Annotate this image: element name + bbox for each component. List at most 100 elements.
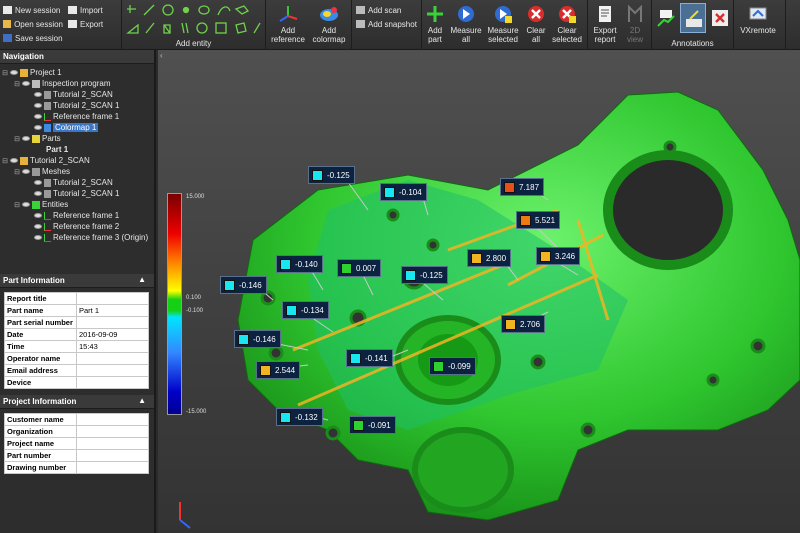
info-value[interactable]: [76, 461, 149, 474]
info-value[interactable]: [76, 376, 149, 389]
axes-icon: [44, 222, 51, 231]
eye-icon[interactable]: [22, 169, 30, 174]
tree-node-meshes[interactable]: ⊟ Meshes: [14, 166, 70, 177]
tree-label: Parts: [42, 134, 61, 143]
info-value[interactable]: [76, 352, 149, 365]
eye-icon[interactable]: [10, 158, 18, 163]
info-key: Email address: [4, 364, 77, 377]
measurement-annotation[interactable]: 2.800: [467, 249, 512, 267]
measurement-annotation[interactable]: -0.125: [401, 266, 448, 284]
tree-node-entity-ref2[interactable]: Reference frame 2: [34, 221, 119, 232]
measurement-annotation[interactable]: 2.544: [256, 361, 301, 379]
tree-label: Reference frame 3 (Origin): [53, 233, 149, 242]
info-value[interactable]: [76, 425, 149, 438]
eye-icon[interactable]: [34, 103, 42, 108]
eye-icon[interactable]: [22, 81, 30, 86]
measurement-annotation[interactable]: 5.521: [516, 211, 561, 229]
tree-node-inspection[interactable]: ⊟ Inspection program: [14, 78, 110, 89]
tree-node-mesh-scan1[interactable]: Tutorial 2_SCAN 1: [34, 188, 119, 199]
ribbon-toolbar: New session Open session Save session Im…: [0, 0, 800, 50]
color-scale-bar: [167, 193, 182, 415]
collapse-arrow-icon[interactable]: ▲: [138, 396, 146, 405]
deviation-swatch: [540, 250, 551, 262]
measurement-annotation[interactable]: -0.146: [220, 276, 267, 294]
tree-node-scan1[interactable]: Tutorial 2_SCAN 1: [34, 100, 119, 111]
axes-icon: [44, 233, 51, 242]
measurement-annotation[interactable]: -0.141: [346, 349, 393, 367]
eye-icon[interactable]: [22, 202, 30, 207]
info-value[interactable]: [76, 437, 149, 450]
mesh-icon: [44, 189, 51, 198]
collapse-icon: ⊟: [14, 168, 20, 176]
measurement-annotation[interactable]: -0.104: [380, 183, 427, 201]
part-info-panel: Report title Part name Part 1 Part serial n…: [0, 288, 154, 395]
info-row: Report title: [4, 292, 149, 305]
tree-node-scan[interactable]: Tutorial 2_SCAN: [34, 89, 113, 100]
info-value[interactable]: [76, 413, 149, 426]
deviation-value: -0.146: [253, 334, 276, 344]
info-row: Part number: [4, 449, 149, 462]
info-value[interactable]: [76, 292, 149, 305]
axis-triad: [179, 502, 191, 529]
entity-shapes-icon[interactable]: [126, 3, 266, 39]
measurement-annotation[interactable]: -0.140: [276, 255, 323, 273]
deviation-value: -0.125: [420, 270, 443, 280]
eye-icon[interactable]: [34, 125, 42, 130]
eye-icon[interactable]: [34, 213, 42, 218]
measurement-annotation[interactable]: 2.706: [501, 315, 546, 333]
measurement-annotation[interactable]: -0.125: [308, 166, 355, 184]
3d-viewport[interactable]: ‹ 15.000 0.100 -0.100 -15.000 -0.125 -0.…: [158, 50, 800, 533]
info-value[interactable]: [76, 364, 149, 377]
deviation-swatch: [504, 181, 515, 193]
measurement-annotation[interactable]: 7.187: [500, 178, 545, 196]
project-info-header: Project Information ▲: [0, 395, 154, 409]
deviation-swatch: [520, 214, 531, 226]
tree-node-colormap[interactable]: Colormap 1: [34, 122, 99, 133]
tree-node-entity-ref1[interactable]: Reference frame 1: [34, 210, 119, 221]
tree-node-entity-ref3[interactable]: Reference frame 3 (Origin): [34, 232, 148, 243]
deviation-value: -0.134: [301, 305, 324, 315]
eye-icon[interactable]: [34, 191, 42, 196]
eye-icon[interactable]: [34, 235, 42, 240]
eye-icon[interactable]: [34, 92, 42, 97]
eye-icon[interactable]: [22, 136, 30, 141]
measurement-annotation[interactable]: -0.146: [234, 330, 281, 348]
eye-icon[interactable]: [34, 224, 42, 229]
tree-node-entities[interactable]: ⊟ Entities: [14, 199, 68, 210]
deviation-swatch: [471, 252, 482, 264]
annotations-group: Annotations: [652, 0, 734, 50]
info-value[interactable]: [76, 316, 149, 329]
tree-node-mesh-scan[interactable]: Tutorial 2_SCAN: [34, 177, 113, 188]
info-value[interactable]: 15:43: [76, 340, 149, 353]
eye-icon[interactable]: [34, 114, 42, 119]
info-row: Part name Part 1: [4, 304, 149, 317]
scale-lower-tol-label: -0.100: [186, 308, 204, 314]
tree-node-tutorial[interactable]: ⊟ Tutorial 2_SCAN: [2, 155, 90, 166]
collapse-icon: ⊟: [14, 201, 20, 209]
collapse-arrow-icon[interactable]: ▲: [138, 275, 146, 284]
annotation-icon[interactable]: [656, 8, 676, 28]
deviation-value: 2.544: [275, 365, 296, 375]
deviation-value: -0.125: [327, 170, 350, 180]
tree-node-ref1[interactable]: Reference frame 1: [34, 111, 119, 122]
tree-node-parts[interactable]: ⊟ Parts: [14, 133, 61, 144]
tree-node-part1[interactable]: Part 1: [46, 144, 68, 155]
measurement-annotation[interactable]: -0.132: [276, 408, 323, 426]
tree-node-project[interactable]: ⊟ Project 1: [2, 67, 62, 78]
info-value[interactable]: 2016-09-09: [76, 328, 149, 341]
info-value[interactable]: [76, 449, 149, 462]
annotation-active-button[interactable]: [680, 3, 706, 33]
eye-icon[interactable]: [10, 70, 18, 75]
measurement-annotation[interactable]: -0.099: [429, 357, 476, 375]
info-key: Part number: [4, 449, 77, 462]
info-row: Drawing number: [4, 461, 149, 474]
annotation-clear-icon[interactable]: [710, 8, 730, 28]
measurement-annotation[interactable]: -0.091: [349, 416, 396, 434]
navigation-header: Navigation: [0, 50, 154, 64]
measurement-annotation[interactable]: -0.134: [282, 301, 329, 319]
measurement-annotation[interactable]: 3.246: [536, 247, 581, 265]
eye-icon[interactable]: [34, 180, 42, 185]
deviation-value: 7.187: [519, 182, 540, 192]
measurement-annotation[interactable]: 0.007: [337, 259, 382, 277]
info-value[interactable]: Part 1: [76, 304, 149, 317]
